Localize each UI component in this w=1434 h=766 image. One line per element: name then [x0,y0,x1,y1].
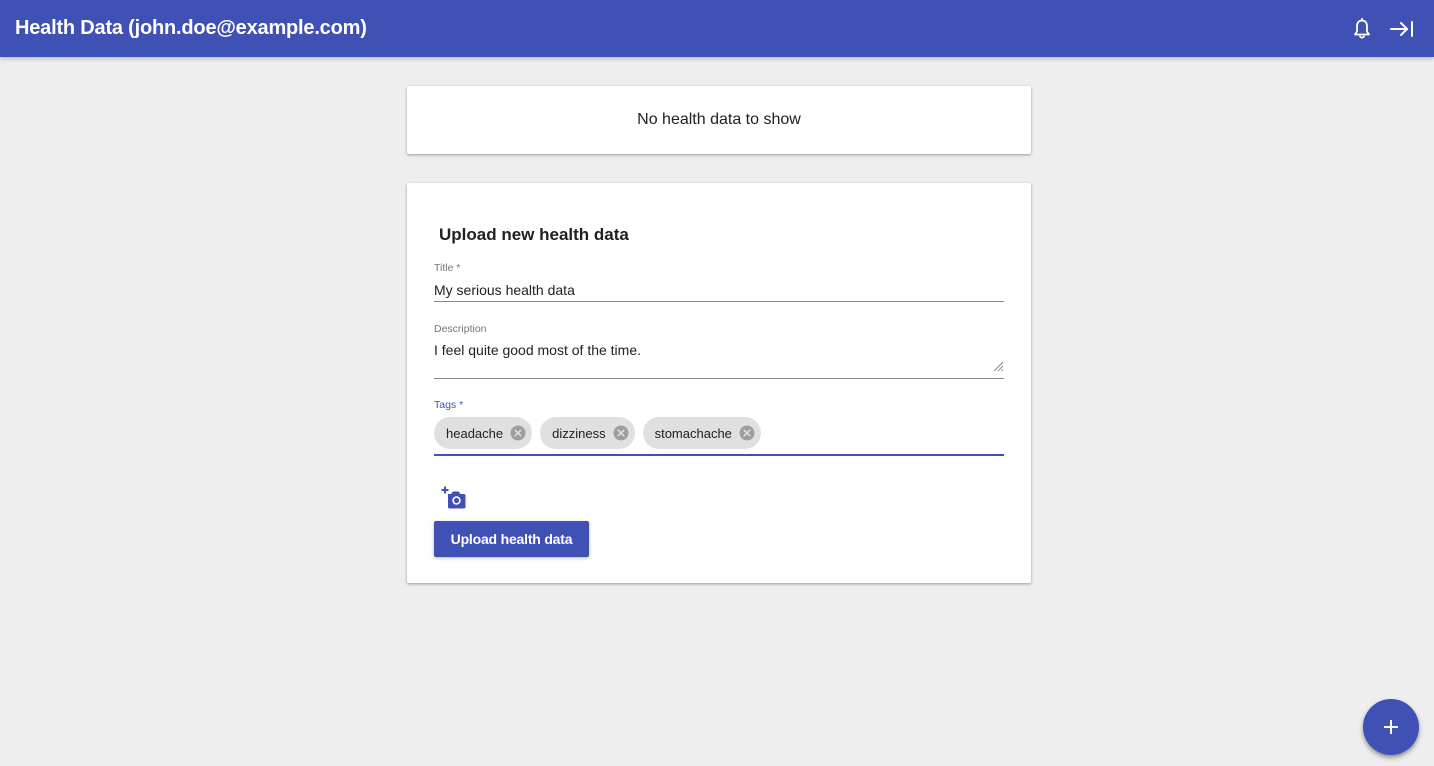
tags-label: Tags * [434,399,464,411]
add-a-photo-icon[interactable] [441,486,467,510]
tag-chip[interactable]: stomachache [642,417,761,449]
chip-delete-icon[interactable] [739,425,755,441]
empty-state-message: No health data to show [637,111,801,128]
title-input[interactable]: My serious health data [434,281,1004,299]
empty-state-card: No health data to show [407,86,1031,154]
app-bar: Health Data (john.doe@example.com) [0,0,1434,57]
logout-icon[interactable] [1389,16,1415,42]
add-fab-button[interactable] [1363,699,1419,755]
tag-chip[interactable]: headache [434,417,533,449]
upload-health-data-button[interactable]: Upload health data [434,521,589,557]
chip-delete-icon[interactable] [613,425,629,441]
title-field[interactable]: Title * My serious health data [434,262,1004,302]
plus-icon [1384,720,1398,734]
description-textarea[interactable]: I feel quite good most of the time. [434,341,1004,359]
chip-delete-icon[interactable] [510,425,526,441]
resize-handle-icon[interactable] [992,360,1004,372]
tags-field[interactable]: Tags * headache dizziness stomachache [434,399,1004,456]
bell-icon[interactable] [1349,16,1375,42]
tag-chip-label: headache [446,425,504,441]
description-label: Description [434,323,487,335]
title-label: Title * [434,262,461,274]
tags-chip-list: headache dizziness stomachache [434,417,1004,449]
upload-form-card: Upload new health data Title * My seriou… [407,183,1031,583]
tag-chip-label: dizziness [552,425,606,441]
app-title: Health Data (john.doe@example.com) [15,17,367,39]
form-heading: Upload new health data [439,225,629,244]
tag-chip-label: stomachache [654,425,732,441]
description-field[interactable]: Description I feel quite good most of th… [434,323,1004,379]
tag-chip[interactable]: dizziness [540,417,635,449]
